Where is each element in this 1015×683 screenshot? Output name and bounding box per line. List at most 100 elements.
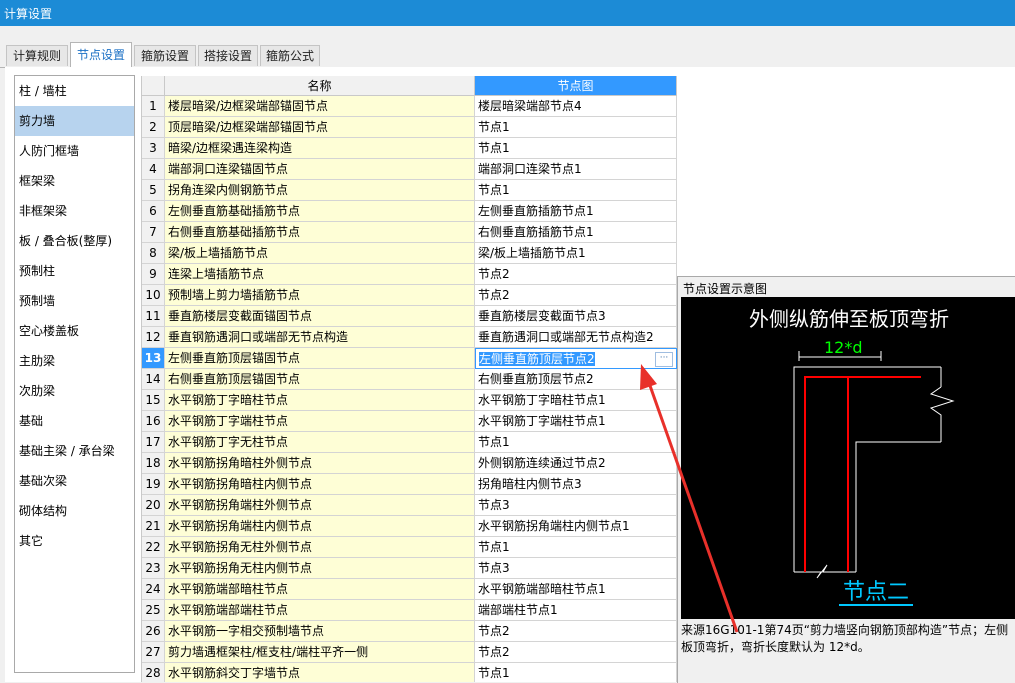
- row-name-cell[interactable]: 左侧垂直筋顶层锚固节点: [165, 348, 475, 369]
- row-node-cell[interactable]: 节点1: [475, 180, 677, 201]
- table-row[interactable]: 1 楼层暗梁/边框梁端部锚固节点 楼层暗梁端部节点4: [142, 96, 677, 117]
- row-node-cell[interactable]: 外侧钢筋连续通过节点2: [475, 453, 677, 474]
- row-name-cell[interactable]: 水平钢筋斜交丁字墙节点: [165, 663, 475, 682]
- row-node-cell[interactable]: 右侧垂直筋顶层节点2: [475, 369, 677, 390]
- row-number[interactable]: 1: [142, 96, 165, 117]
- row-number[interactable]: 19: [142, 474, 165, 495]
- row-name-cell[interactable]: 端部洞口连梁锚固节点: [165, 159, 475, 180]
- row-name-cell[interactable]: 垂直钢筋遇洞口或端部无节点构造: [165, 327, 475, 348]
- row-number[interactable]: 5: [142, 180, 165, 201]
- row-number[interactable]: 6: [142, 201, 165, 222]
- row-name-cell[interactable]: 水平钢筋拐角无柱外侧节点: [165, 537, 475, 558]
- table-row[interactable]: 23 水平钢筋拐角无柱内侧节点 节点3: [142, 558, 677, 579]
- row-name-cell[interactable]: 水平钢筋丁字端柱节点: [165, 411, 475, 432]
- table-row[interactable]: 6 左侧垂直筋基础插筋节点 左侧垂直筋插筋节点1: [142, 201, 677, 222]
- table-row[interactable]: 15 水平钢筋丁字暗柱节点 水平钢筋丁字暗柱节点1: [142, 390, 677, 411]
- tab-stirrup-settings[interactable]: 箍筋设置: [134, 45, 196, 66]
- row-node-cell[interactable]: 梁/板上墙插筋节点1: [475, 243, 677, 264]
- table-row[interactable]: 9 连梁上墙插筋节点 节点2: [142, 264, 677, 285]
- category-item[interactable]: 其它: [15, 526, 134, 556]
- table-row[interactable]: 19 水平钢筋拐角暗柱内侧节点 拐角暗柱内侧节点3: [142, 474, 677, 495]
- row-name-cell[interactable]: 水平钢筋端部端柱节点: [165, 600, 475, 621]
- row-number[interactable]: 16: [142, 411, 165, 432]
- row-number[interactable]: 25: [142, 600, 165, 621]
- tab-node-settings[interactable]: 节点设置: [70, 42, 132, 67]
- category-item[interactable]: 剪力墙: [15, 106, 134, 136]
- table-row[interactable]: 2 顶层暗梁/边框梁端部锚固节点 节点1: [142, 117, 677, 138]
- row-node-cell[interactable]: 右侧垂直筋插筋节点1: [475, 222, 677, 243]
- table-row[interactable]: 20 水平钢筋拐角端柱外侧节点 节点3: [142, 495, 677, 516]
- table-row[interactable]: 16 水平钢筋丁字端柱节点 水平钢筋丁字端柱节点1: [142, 411, 677, 432]
- table-row[interactable]: 12 垂直钢筋遇洞口或端部无节点构造 垂直筋遇洞口或端部无节点构造2: [142, 327, 677, 348]
- category-item[interactable]: 预制柱: [15, 256, 134, 286]
- row-name-cell[interactable]: 水平钢筋拐角无柱内侧节点: [165, 558, 475, 579]
- row-node-cell[interactable]: 水平钢筋拐角端柱内侧节点1: [475, 516, 677, 537]
- row-node-cell[interactable]: 端部洞口连梁节点1: [475, 159, 677, 180]
- row-number[interactable]: 8: [142, 243, 165, 264]
- row-node-cell[interactable]: 节点1: [475, 117, 677, 138]
- row-number[interactable]: 17: [142, 432, 165, 453]
- row-name-cell[interactable]: 右侧垂直筋顶层锚固节点: [165, 369, 475, 390]
- row-number[interactable]: 11: [142, 306, 165, 327]
- row-name-cell[interactable]: 剪力墙遇框架柱/框支柱/端柱平齐一侧: [165, 642, 475, 663]
- category-item[interactable]: 主肋梁: [15, 346, 134, 376]
- table-row[interactable]: 13 左侧垂直筋顶层锚固节点 左侧垂直筋顶层节点2 ···: [142, 348, 677, 369]
- tab-calc-rules[interactable]: 计算规则: [6, 45, 68, 66]
- table-row[interactable]: 10 预制墙上剪力墙插筋节点 节点2: [142, 285, 677, 306]
- row-name-cell[interactable]: 预制墙上剪力墙插筋节点: [165, 285, 475, 306]
- category-item[interactable]: 基础主梁 / 承台梁: [15, 436, 134, 466]
- row-name-cell[interactable]: 水平钢筋丁字暗柱节点: [165, 390, 475, 411]
- row-number[interactable]: 12: [142, 327, 165, 348]
- category-item[interactable]: 框架梁: [15, 166, 134, 196]
- table-row[interactable]: 24 水平钢筋端部暗柱节点 水平钢筋端部暗柱节点1: [142, 579, 677, 600]
- row-number[interactable]: 18: [142, 453, 165, 474]
- row-name-cell[interactable]: 梁/板上墙插筋节点: [165, 243, 475, 264]
- row-number[interactable]: 22: [142, 537, 165, 558]
- row-node-cell[interactable]: 拐角暗柱内侧节点3: [475, 474, 677, 495]
- category-item[interactable]: 预制墙: [15, 286, 134, 316]
- row-number[interactable]: 2: [142, 117, 165, 138]
- row-node-cell[interactable]: 水平钢筋端部暗柱节点1: [475, 579, 677, 600]
- node-cell-editor-text[interactable]: 左侧垂直筋顶层节点2: [479, 352, 595, 366]
- row-node-cell[interactable]: 垂直筋遇洞口或端部无节点构造2: [475, 327, 677, 348]
- row-node-cell[interactable]: 水平钢筋丁字端柱节点1: [475, 411, 677, 432]
- row-node-cell[interactable]: 垂直筋楼层变截面节点3: [475, 306, 677, 327]
- tab-stirrup-formula[interactable]: 箍筋公式: [260, 45, 320, 66]
- row-name-cell[interactable]: 右侧垂直筋基础插筋节点: [165, 222, 475, 243]
- row-node-cell[interactable]: 节点1: [475, 432, 677, 453]
- ellipsis-button[interactable]: ···: [655, 352, 673, 367]
- category-item[interactable]: 柱 / 墙柱: [15, 76, 134, 106]
- row-node-cell[interactable]: 节点1: [475, 663, 677, 682]
- row-node-cell[interactable]: 节点2: [475, 264, 677, 285]
- table-row[interactable]: 18 水平钢筋拐角暗柱外侧节点 外侧钢筋连续通过节点2: [142, 453, 677, 474]
- table-row[interactable]: 27 剪力墙遇框架柱/框支柱/端柱平齐一侧 节点2: [142, 642, 677, 663]
- row-name-cell[interactable]: 水平钢筋拐角暗柱外侧节点: [165, 453, 475, 474]
- category-item[interactable]: 非框架梁: [15, 196, 134, 226]
- row-number[interactable]: 14: [142, 369, 165, 390]
- tab-lap-settings[interactable]: 搭接设置: [198, 45, 258, 66]
- row-node-cell[interactable]: 左侧垂直筋插筋节点1: [475, 201, 677, 222]
- row-name-cell[interactable]: 顶层暗梁/边框梁端部锚固节点: [165, 117, 475, 138]
- row-node-cell[interactable]: 节点3: [475, 558, 677, 579]
- row-number[interactable]: 9: [142, 264, 165, 285]
- row-number[interactable]: 7: [142, 222, 165, 243]
- row-node-cell[interactable]: 节点2: [475, 285, 677, 306]
- row-number[interactable]: 24: [142, 579, 165, 600]
- table-row[interactable]: 22 水平钢筋拐角无柱外侧节点 节点1: [142, 537, 677, 558]
- row-node-cell[interactable]: 左侧垂直筋顶层节点2 ···: [475, 348, 677, 369]
- row-node-cell[interactable]: 节点3: [475, 495, 677, 516]
- row-number[interactable]: 28: [142, 663, 165, 682]
- row-name-cell[interactable]: 水平钢筋丁字无柱节点: [165, 432, 475, 453]
- row-number[interactable]: 27: [142, 642, 165, 663]
- row-name-cell[interactable]: 拐角连梁内侧钢筋节点: [165, 180, 475, 201]
- row-name-cell[interactable]: 水平钢筋一字相交预制墙节点: [165, 621, 475, 642]
- row-node-cell[interactable]: 端部端柱节点1: [475, 600, 677, 621]
- row-number[interactable]: 26: [142, 621, 165, 642]
- row-number[interactable]: 20: [142, 495, 165, 516]
- row-number[interactable]: 23: [142, 558, 165, 579]
- category-item[interactable]: 基础次梁: [15, 466, 134, 496]
- table-row[interactable]: 21 水平钢筋拐角端柱内侧节点 水平钢筋拐角端柱内侧节点1: [142, 516, 677, 537]
- table-row[interactable]: 5 拐角连梁内侧钢筋节点 节点1: [142, 180, 677, 201]
- row-node-cell[interactable]: 节点2: [475, 642, 677, 663]
- table-row[interactable]: 8 梁/板上墙插筋节点 梁/板上墙插筋节点1: [142, 243, 677, 264]
